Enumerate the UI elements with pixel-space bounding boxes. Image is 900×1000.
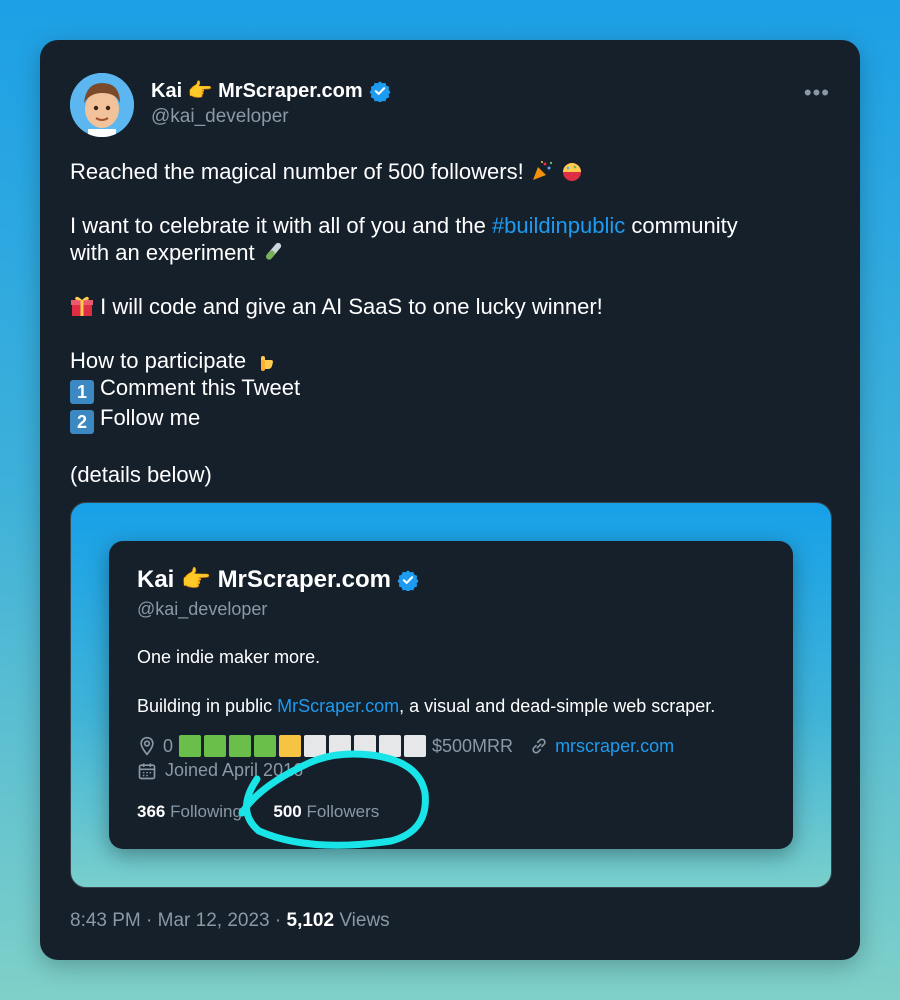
- bio-link: MrScraper.com: [277, 696, 400, 716]
- progress-segment: [254, 735, 277, 757]
- tweet-footer: 8:43 PM · Mar 12, 2023 · 5,102 Views: [70, 910, 390, 932]
- views-count: 5,102: [286, 910, 335, 931]
- pointing-down-icon: [261, 356, 274, 371]
- tweet-line: with an experiment: [70, 239, 830, 266]
- separator: ·: [274, 910, 282, 931]
- tweet-line-text: community: [631, 213, 738, 238]
- tweet-line: (details below): [70, 461, 830, 488]
- tweet-line-text: I will code and give an AI SaaS to one l…: [100, 294, 603, 319]
- profile-handle: @kai_developer: [137, 599, 268, 619]
- followers-count: 500: [273, 802, 302, 821]
- bio-text: Building in public: [137, 696, 273, 716]
- tweet-line-text: Comment this Tweet: [100, 375, 301, 400]
- progress-segment: [354, 735, 377, 757]
- tweet-line: Reached the magical number of 500 follow…: [70, 158, 830, 185]
- keycap-two-icon: 2: [70, 410, 94, 434]
- verified-badge-icon: [369, 80, 391, 102]
- gift-icon: [71, 296, 93, 316]
- tweet-line: I want to celebrate it with all of you a…: [70, 212, 830, 239]
- tweet-line-text: with an experiment: [70, 240, 255, 265]
- mrr-progress-bar: [179, 735, 427, 757]
- location-start: 0: [163, 735, 174, 756]
- followers-label: Followers: [306, 802, 380, 821]
- bio-text: , a visual and dead-simple web scraper.: [399, 696, 716, 716]
- author-handle[interactable]: @kai_developer: [151, 106, 289, 128]
- following-count: 366: [137, 802, 166, 821]
- test-tube-icon: [265, 242, 281, 260]
- progress-segment: [279, 735, 302, 757]
- profile-meta-row: 0 $500MRR mrscraper.com: [137, 735, 674, 757]
- progress-segment: [304, 735, 327, 757]
- profile-card-screenshot: Kai 👉 MrScraper.com @kai_developer One i…: [109, 541, 793, 849]
- following-label: Following: [170, 802, 242, 821]
- tweet-line-text: (details below): [70, 462, 212, 487]
- tweet-date[interactable]: Mar 12, 2023: [158, 910, 270, 931]
- party-popper-icon: [532, 161, 553, 180]
- tweet-time[interactable]: 8:43 PM: [70, 910, 141, 931]
- tweet-card: Kai 👉 MrScraper.com @kai_developer ••• R…: [40, 40, 860, 960]
- follow-stats: 366 Following 500 Followers: [137, 802, 379, 822]
- profile-name-row: Kai 👉 MrScraper.com: [137, 565, 419, 594]
- tweet-line: I will code and give an AI SaaS to one l…: [70, 293, 830, 320]
- verified-badge-icon: [397, 569, 419, 591]
- avatar-image: [70, 73, 134, 137]
- location-pin-icon: [140, 736, 154, 756]
- separator: ·: [146, 910, 153, 931]
- more-options-icon[interactable]: •••: [804, 80, 830, 106]
- profile-name: Kai 👉 MrScraper.com: [137, 566, 391, 593]
- keycap-one-icon: 1: [70, 380, 94, 404]
- tweet-body: Reached the magical number of 500 follow…: [70, 158, 830, 488]
- author-name[interactable]: Kai 👉 MrScraper.com: [151, 78, 363, 103]
- progress-segment: [404, 735, 427, 757]
- joined-date: Joined April 2016: [165, 760, 304, 780]
- profile-bio-line: One indie maker more.: [137, 647, 321, 667]
- progress-segment: [229, 735, 252, 757]
- views-label: Views: [339, 910, 390, 931]
- hashtag-link[interactable]: #buildinpublic: [492, 213, 625, 238]
- confetti-ball-icon: [562, 163, 581, 181]
- tweet-line-text: I want to celebrate it with all of you a…: [70, 213, 486, 238]
- tweet-line: 1 Comment this Tweet: [70, 374, 830, 404]
- profile-bio-line: Building in public MrScraper.com, a visu…: [137, 696, 715, 717]
- author-avatar[interactable]: [70, 73, 134, 137]
- tweet-media-image[interactable]: Kai 👉 MrScraper.com @kai_developer One i…: [70, 502, 832, 888]
- author-name-row[interactable]: Kai 👉 MrScraper.com: [151, 78, 391, 103]
- tweet-line-text: Follow me: [100, 405, 201, 430]
- profile-joined-row: Joined April 2016: [137, 760, 303, 781]
- tweet-line-text: How to participate: [70, 348, 247, 373]
- progress-segment: [379, 735, 402, 757]
- progress-segment: [204, 735, 227, 757]
- progress-segment: [329, 735, 352, 757]
- mrr-label: $500MRR: [432, 735, 514, 756]
- progress-segment: [179, 735, 202, 757]
- tweet-line-text: Reached the magical number of 500 follow…: [70, 159, 524, 184]
- tweet-line: 2 Follow me: [70, 404, 830, 434]
- website-link: mrscraper.com: [555, 735, 675, 756]
- tweet-line: How to participate: [70, 347, 830, 374]
- calendar-icon: [138, 763, 156, 779]
- link-icon: [532, 738, 546, 754]
